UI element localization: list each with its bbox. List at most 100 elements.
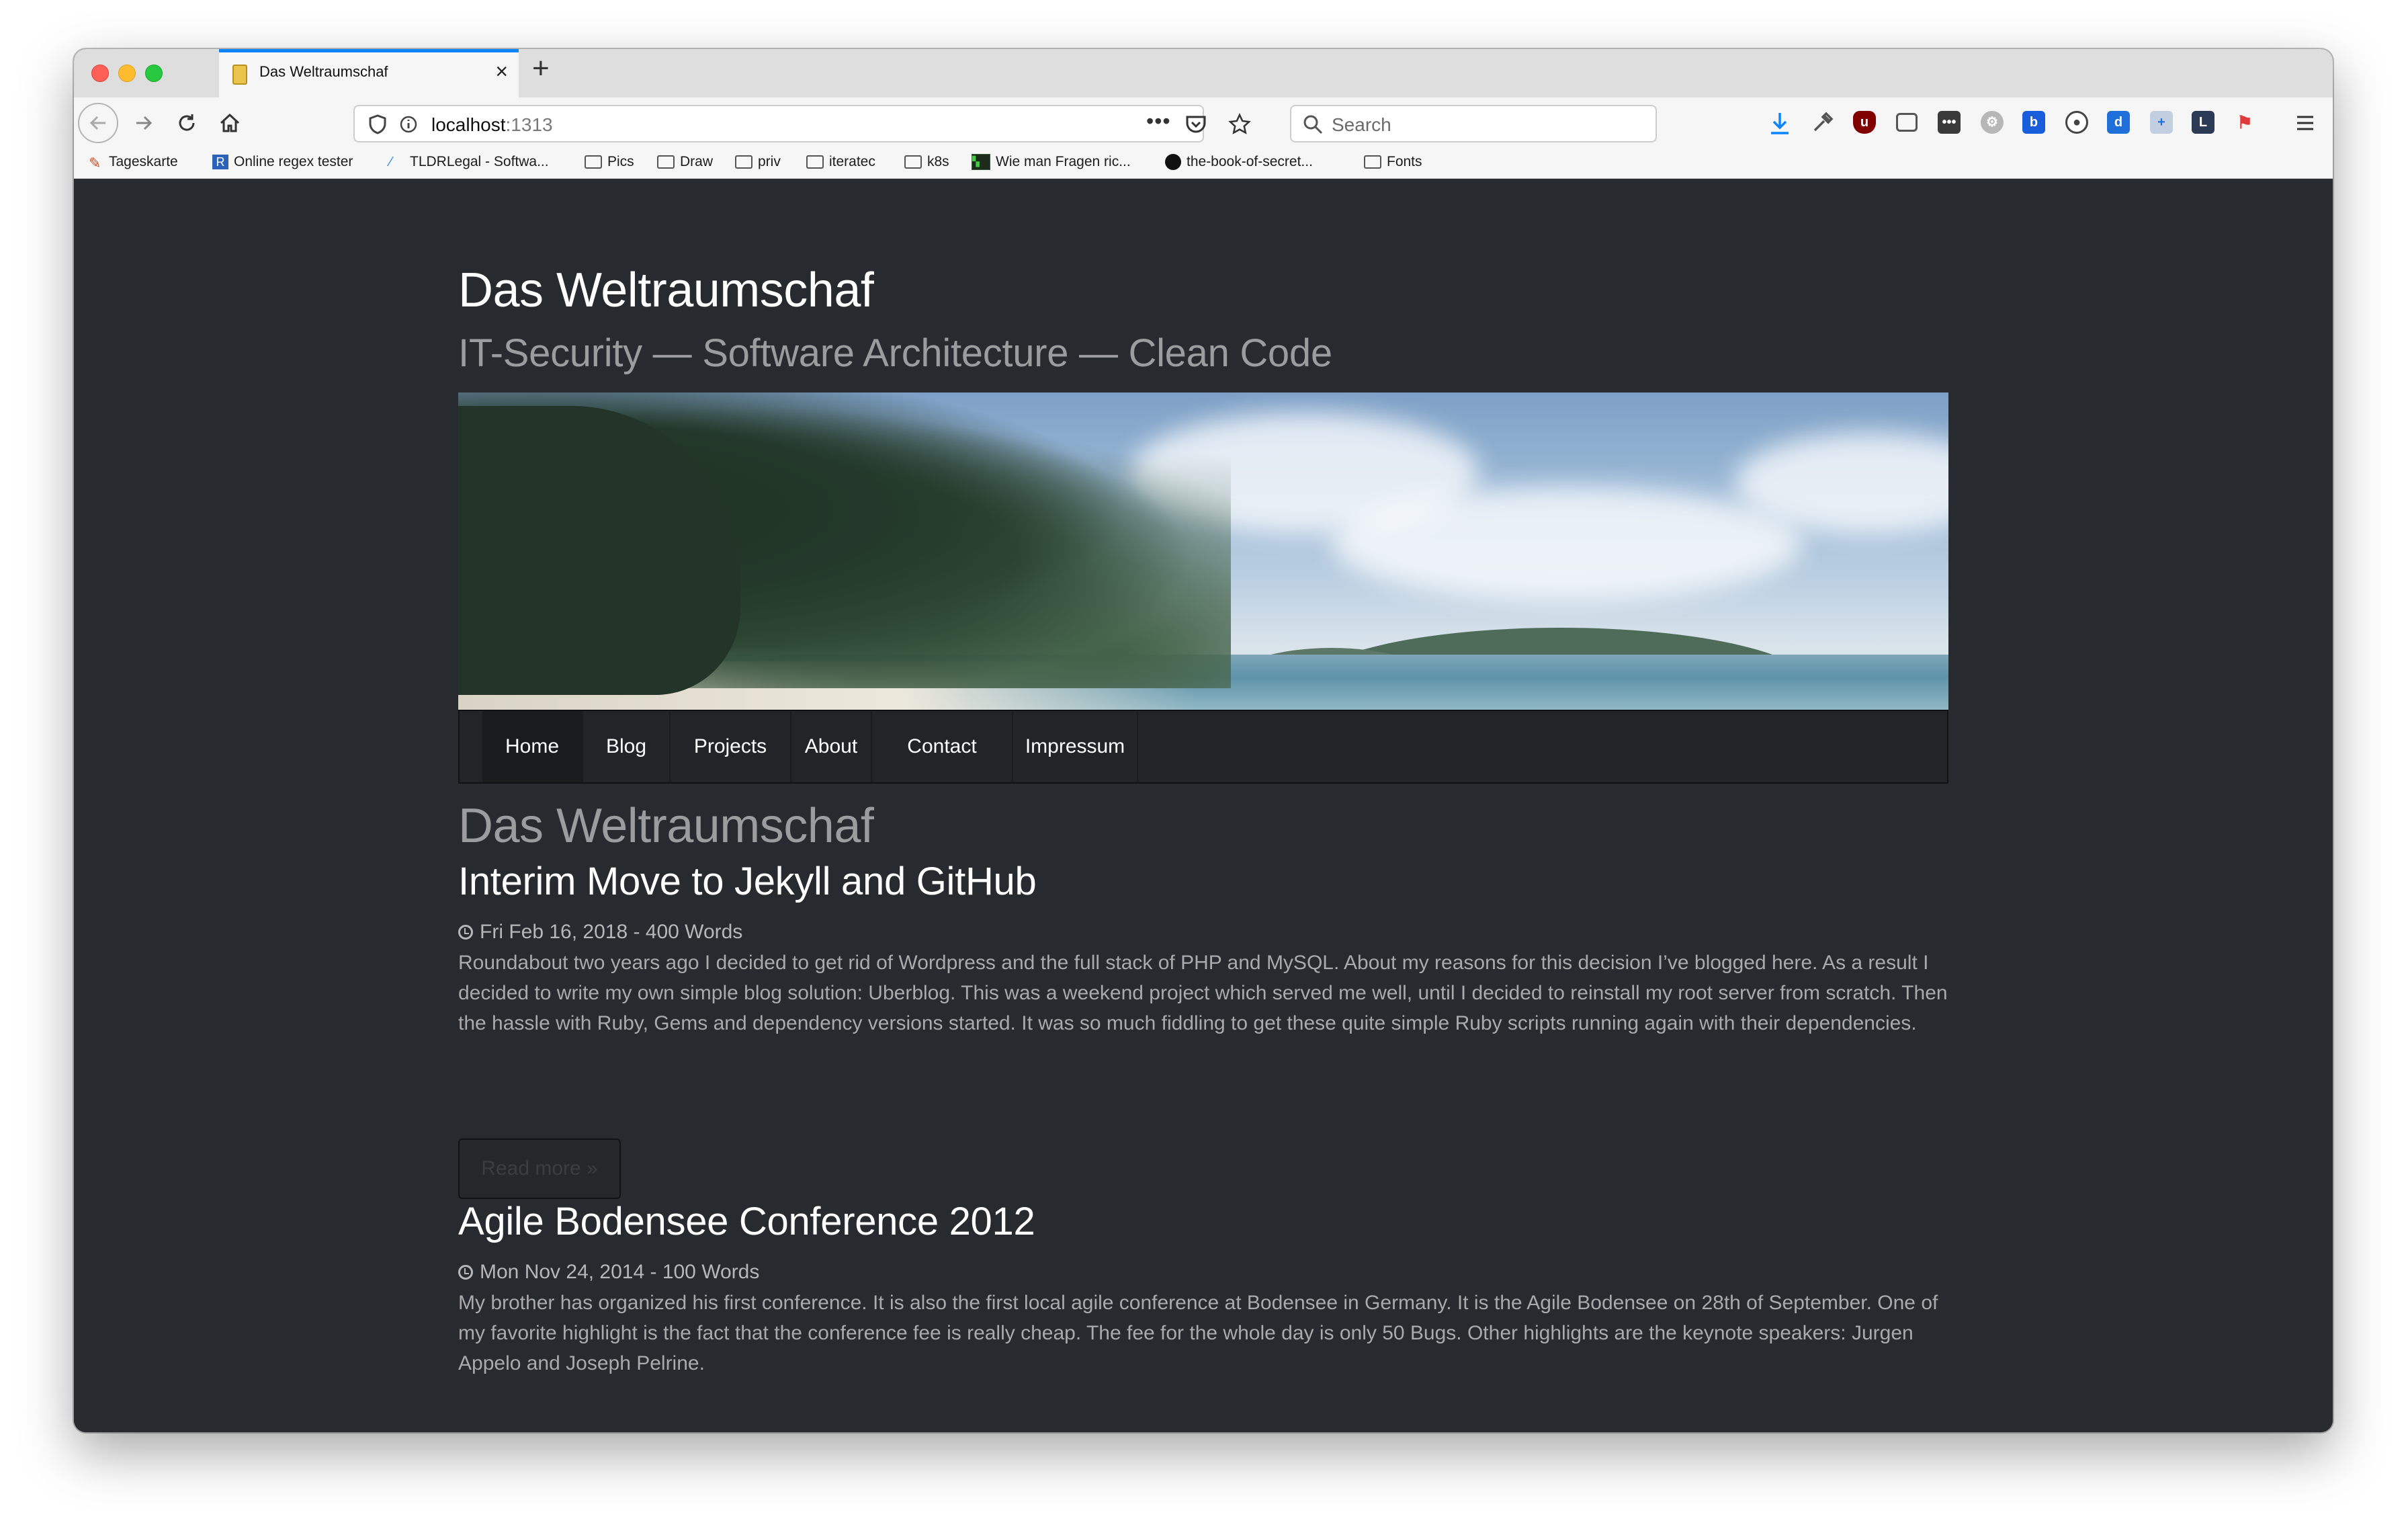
bookmarks-toolbar: ✎ Tageskarte R Online regex tester ⁄ TLD… [74, 149, 2333, 179]
bookmark-label: Pics [607, 154, 634, 169]
post-excerpt: Roundabout two years ago I decided to ge… [458, 952, 1948, 1034]
post-date-words: Mon Nov 24, 2014 - 100 Words [480, 1261, 760, 1283]
bookmark-folder-k8s[interactable]: k8s [904, 154, 949, 170]
bookmark-book-of-secret[interactable]: the-book-of-secret... [1165, 154, 1313, 170]
bookmark-folder-draw[interactable]: Draw [657, 154, 713, 170]
bookmark-wie-man-fragen[interactable]: ▚ Wie man Fragen ric... [972, 154, 1131, 170]
downloads-icon[interactable] [1768, 111, 1791, 135]
flag-extension-icon[interactable]: ⚑ [2233, 111, 2256, 134]
nav-about[interactable]: About [791, 711, 872, 782]
tldrlegal-icon: ⁄ [390, 155, 392, 169]
read-more-button[interactable]: Read more » [458, 1139, 621, 1199]
bookmark-label: TLDRLegal - Softwa... [410, 154, 549, 169]
bookmark-online-regex-tester[interactable]: R Online regex tester [212, 154, 353, 170]
folder-icon [735, 155, 752, 169]
ublock-origin-icon[interactable]: u [1853, 111, 1876, 134]
clock-icon [458, 1265, 473, 1280]
site-title[interactable]: Das Weltraumschaf [458, 263, 874, 318]
account-icon[interactable]: ● [2065, 111, 2088, 134]
url-bar[interactable]: localhost:1313 ••• [353, 105, 1251, 142]
dictionary-icon[interactable]: d [2107, 111, 2130, 134]
home-icon [220, 113, 240, 132]
ellipsis-extension-icon[interactable]: ••• [1938, 111, 1961, 134]
bookmark-folder-pics[interactable]: Pics [585, 154, 634, 170]
folder-icon [904, 155, 922, 169]
gear-extension-icon[interactable]: ⚙ [1981, 111, 2004, 134]
close-window-button[interactable] [91, 65, 109, 82]
bookmark-folder-iteratec[interactable]: iteratec [806, 154, 875, 170]
bookmark-star-icon[interactable] [1228, 113, 1251, 136]
nav-contact[interactable]: Contact [872, 711, 1013, 782]
minimize-window-button[interactable] [118, 65, 136, 82]
bitwarden-icon[interactable]: b [2022, 111, 2045, 134]
dark-extension-icon[interactable]: L [2192, 111, 2214, 134]
terminal-icon: ▚ [972, 154, 990, 170]
add-extension-icon[interactable]: + [2150, 111, 2173, 134]
info-icon[interactable] [399, 115, 418, 134]
post-meta: Mon Nov 24, 2014 - 100 Words [458, 1261, 759, 1284]
bookmark-label: priv [758, 154, 781, 169]
search-placeholder: Search [1332, 114, 1391, 135]
bookmark-label: Draw [680, 154, 714, 169]
bookmark-label: iteratec [829, 154, 875, 169]
bookmark-tageskarte[interactable]: ✎ Tageskarte [89, 154, 178, 171]
bookmark-label: Wie man Fragen ric... [996, 154, 1131, 169]
search-bar[interactable]: Search [1290, 105, 1657, 142]
header-banner-image [458, 392, 1948, 710]
url-text: localhost:1313 [431, 114, 553, 136]
site-favicon-icon [232, 65, 247, 85]
nav-impressum[interactable]: Impressum [1013, 711, 1138, 782]
bookmark-folder-priv[interactable]: priv [735, 154, 781, 170]
nav-blog[interactable]: Blog [583, 711, 671, 782]
forward-button[interactable] [125, 104, 163, 142]
folder-icon [657, 155, 675, 169]
reload-button[interactable] [168, 104, 206, 142]
folder-icon [806, 155, 824, 169]
page-heading: Das Weltraumschaf [458, 799, 874, 853]
url-port: :1313 [505, 114, 553, 135]
reload-icon [179, 114, 195, 131]
url-host: localhost [431, 114, 506, 135]
bookmark-folder-fonts[interactable]: Fonts [1364, 154, 1422, 170]
browser-window: Das Weltraumschaf × + localhost:1313 ••• [74, 49, 2333, 1432]
site-subtitle: IT-Security — Software Architecture — Cl… [458, 331, 1332, 375]
kitchen-icon: ✎ [89, 155, 101, 171]
back-button[interactable] [78, 103, 118, 143]
bookmark-label: Tageskarte [109, 154, 178, 169]
navigation-toolbar: localhost:1313 ••• Search u ••• ⚙ b ● d … [74, 97, 2333, 149]
folder-icon [1364, 155, 1381, 169]
reader-view-icon[interactable] [1896, 113, 1918, 132]
zoom-window-button[interactable] [145, 65, 163, 82]
tab-close-icon[interactable]: × [495, 59, 508, 84]
nav-home[interactable]: Home [482, 711, 583, 782]
clock-icon [458, 925, 473, 940]
bookmark-label: k8s [927, 154, 949, 169]
post-date-words: Fri Feb 16, 2018 - 400 Words [480, 921, 743, 943]
pocket-icon[interactable] [1185, 114, 1207, 134]
site-navigation: Home Blog Projects About Contact Impress… [458, 710, 1948, 784]
forward-arrow-icon [136, 116, 153, 130]
post-title[interactable]: Interim Move to Jekyll and GitHub [458, 859, 1037, 904]
tab-bar: Das Weltraumschaf × + [74, 49, 2333, 98]
github-icon [1165, 154, 1181, 170]
bookmark-label: the-book-of-secret... [1187, 154, 1313, 169]
home-button[interactable] [211, 104, 249, 142]
bookmark-label: Fonts [1387, 154, 1422, 169]
tab-title: Das Weltraumschaf [259, 63, 388, 80]
bookmark-label: Online regex tester [234, 154, 353, 169]
regex-icon: R [212, 155, 228, 169]
post-meta: Fri Feb 16, 2018 - 400 Words [458, 921, 742, 944]
back-arrow-icon [89, 116, 105, 130]
post-title[interactable]: Agile Bodensee Conference 2012 [458, 1199, 1035, 1244]
eyedropper-icon[interactable] [1811, 111, 1834, 134]
folder-icon [585, 155, 602, 169]
page-actions-icon[interactable]: ••• [1146, 109, 1171, 134]
bookmark-tldrlegal[interactable]: ⁄ TLDRLegal - Softwa... [390, 154, 549, 170]
page-content: Das Weltraumschaf IT-Security — Software… [74, 179, 2333, 1432]
nav-projects[interactable]: Projects [671, 711, 791, 782]
hamburger-menu-icon[interactable] [2295, 114, 2315, 132]
tab-das-weltraumschaf[interactable]: Das Weltraumschaf × [219, 49, 519, 97]
new-tab-button[interactable]: + [532, 52, 550, 85]
cloud [1332, 487, 1802, 601]
shield-icon[interactable] [368, 114, 387, 134]
